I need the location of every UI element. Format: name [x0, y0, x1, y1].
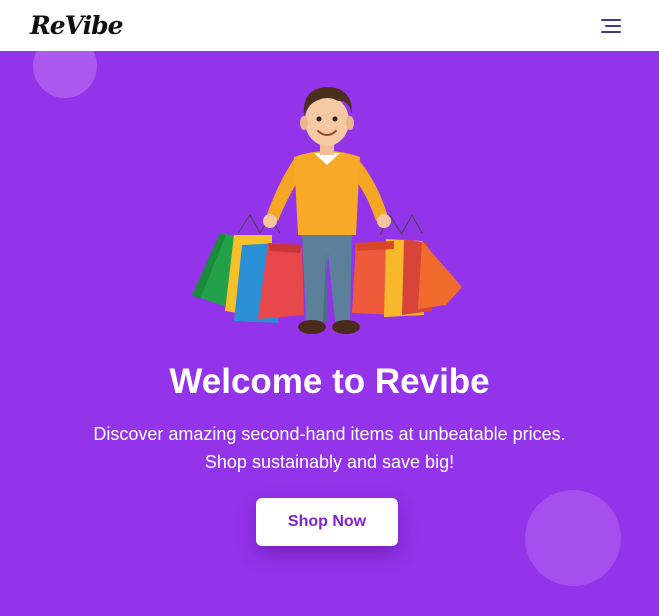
navbar: ReVibe [0, 0, 659, 51]
shop-now-button[interactable]: Shop Now [256, 498, 398, 546]
left-shopping-bags-icon [192, 214, 304, 323]
decorative-circle-bottom [525, 490, 621, 586]
hero-description-line-1: Discover amazing second-hand items at un… [93, 424, 566, 444]
shopper-with-bags-illustration [192, 87, 462, 334]
right-shopping-bags-icon [352, 213, 462, 317]
hero-description: Discover amazing second-hand items at un… [60, 420, 599, 476]
hero-section: Welcome to Revibe Discover amazing secon… [0, 51, 659, 616]
hero-description-line-2: Shop sustainably and save big! [204, 452, 455, 472]
hero-title: Welcome to Revibe [169, 362, 490, 401]
decorative-circle-top [33, 51, 97, 98]
logo[interactable]: ReVibe [30, 11, 124, 40]
hamburger-menu-icon[interactable] [601, 18, 621, 34]
